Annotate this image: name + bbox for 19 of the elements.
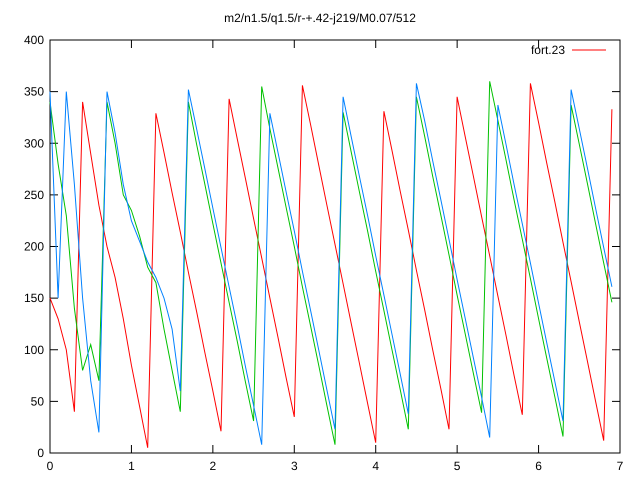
- tick-label: 0: [46, 459, 54, 473]
- legend-label: fort.23: [530, 43, 565, 57]
- tick-label: 200: [24, 240, 44, 254]
- tick-label: 350: [24, 84, 44, 99]
- tick-label: 3: [290, 459, 298, 473]
- tick-label: 50: [30, 394, 44, 408]
- tick-label: 2: [210, 459, 216, 473]
- tick-label: 300: [24, 136, 44, 150]
- tick-label: 400: [24, 33, 44, 47]
- tick-label: 0: [37, 446, 44, 460]
- tick-label: 6: [535, 459, 542, 473]
- tick-label: 5: [454, 459, 460, 473]
- tick-label: 1: [128, 459, 135, 473]
- tick-label: 250: [24, 188, 44, 202]
- tick-label: 150: [24, 291, 44, 306]
- tick-label: 7: [616, 459, 624, 473]
- tick-label: 100: [24, 342, 44, 357]
- tick-label: 4: [372, 459, 380, 473]
- chart-title: m2/n1.5/q1.5/r-+.42-j219/M0.07/512: [224, 10, 416, 27]
